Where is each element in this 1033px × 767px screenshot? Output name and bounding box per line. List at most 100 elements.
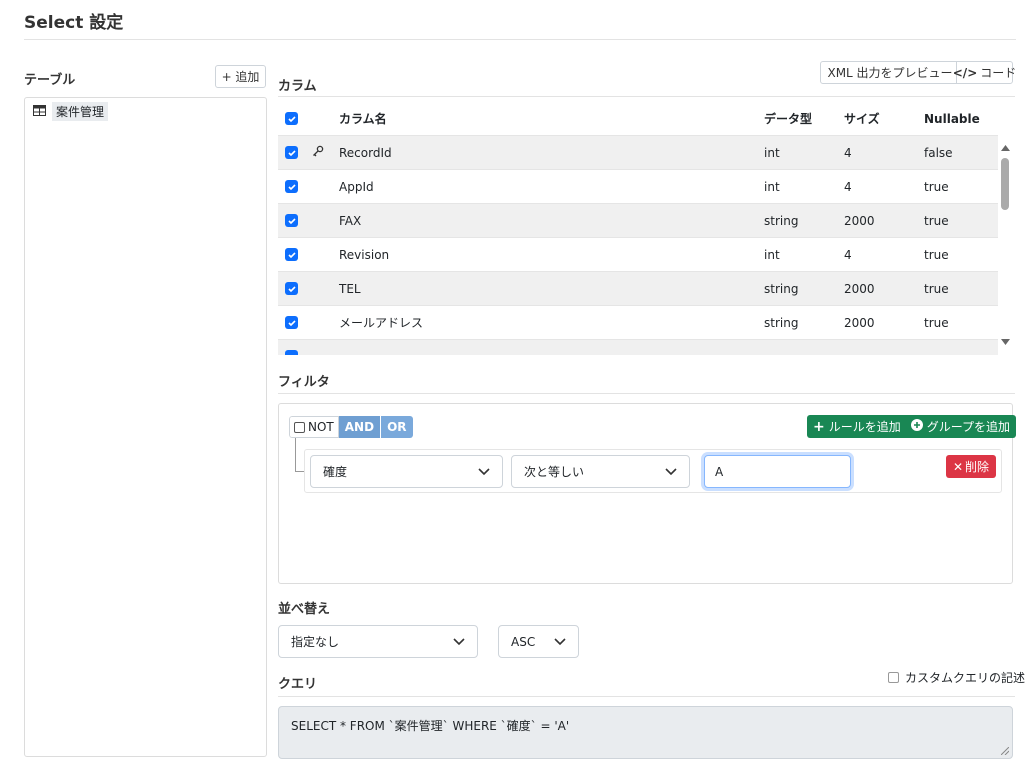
cell-name: RecordId xyxy=(339,145,392,160)
sort-field-select[interactable]: 指定なし xyxy=(278,625,478,658)
query-sql: SELECT * FROM `案件管理` WHERE `確度` = 'A' xyxy=(291,719,570,733)
rule-value-input[interactable]: A xyxy=(704,455,851,488)
divider xyxy=(278,393,1015,394)
cell-type: int xyxy=(764,145,780,160)
xml-preview-label: XML 出力をプレビュー xyxy=(827,66,953,80)
columns-heading: カラム xyxy=(278,79,317,94)
not-toggle[interactable]: NOT xyxy=(289,416,339,438)
sort-heading: 並べ替え xyxy=(278,602,331,617)
code-button[interactable]: </> コード xyxy=(952,61,1017,84)
row-checkbox[interactable] xyxy=(285,248,298,261)
xml-preview-button[interactable]: <> XML 出力をプレビュー xyxy=(820,61,957,84)
add-rule-label: ルールを追加 xyxy=(828,420,901,434)
header-name: カラム名 xyxy=(339,112,387,126)
rule-operator-select[interactable]: 次と等しい xyxy=(511,455,690,488)
tables-heading: テーブル xyxy=(24,73,76,88)
grid-header: カラム名 データ型 サイズ Nullable xyxy=(278,102,998,136)
cell-size: 4 xyxy=(844,145,852,160)
cell-type: string xyxy=(764,281,799,296)
query-heading: クエリ xyxy=(278,677,318,692)
table-row[interactable]: FAX string 2000 true xyxy=(278,204,998,238)
table-row[interactable]: RecordId int 4 false xyxy=(278,136,998,170)
table-row[interactable] xyxy=(278,340,998,355)
table-list: 案件管理 xyxy=(24,97,267,757)
chevron-down-icon xyxy=(665,467,677,475)
table-row[interactable]: メールアドレス string 2000 true xyxy=(278,306,998,340)
custom-query-checkbox[interactable] xyxy=(888,672,899,683)
rule-value-text: A xyxy=(715,464,724,479)
table-item-label: 案件管理 xyxy=(52,102,109,121)
code-icon: </> xyxy=(952,65,978,80)
chevron-down-icon xyxy=(478,467,490,475)
cell-type: int xyxy=(764,247,780,262)
sort-direction-select[interactable]: ASC xyxy=(498,625,579,658)
cell-name: Revision xyxy=(339,247,390,262)
scroll-thumb[interactable] xyxy=(1001,158,1009,210)
cell-nullable: true xyxy=(924,247,949,262)
cell-name: TEL xyxy=(339,281,361,296)
not-checkbox[interactable] xyxy=(294,421,305,433)
row-checkbox[interactable] xyxy=(285,350,298,355)
cell-name: AppId xyxy=(339,179,374,194)
cell-type: string xyxy=(764,213,799,228)
cell-size: 4 xyxy=(844,247,852,262)
page-title: Select 設定 xyxy=(24,13,124,33)
scroll-down-icon[interactable] xyxy=(1001,339,1010,345)
header-size: サイズ xyxy=(844,112,880,126)
add-group-button[interactable]: グループを追加 xyxy=(906,415,1017,438)
rule-field-value: 確度 xyxy=(323,465,348,479)
chevron-down-icon xyxy=(554,637,566,645)
plus-icon: + xyxy=(813,418,825,435)
table-row[interactable]: AppId int 4 true xyxy=(278,170,998,204)
scroll-up-icon[interactable] xyxy=(1001,145,1010,151)
header-type: データ型 xyxy=(764,112,813,126)
cell-nullable: true xyxy=(924,179,949,194)
row-checkbox[interactable] xyxy=(285,214,298,227)
table-row[interactable]: TEL string 2000 true xyxy=(278,272,998,306)
row-checkbox[interactable] xyxy=(285,180,298,193)
select-all-checkbox[interactable] xyxy=(285,112,298,125)
chevron-down-icon xyxy=(453,637,465,645)
table-item[interactable]: 案件管理 xyxy=(33,102,109,121)
table-icon xyxy=(33,104,46,119)
filter-heading: フィルタ xyxy=(278,375,330,390)
custom-query-toggle[interactable]: カスタムクエリの記述 xyxy=(888,669,1025,686)
cell-nullable: true xyxy=(924,213,949,228)
resize-handle-icon[interactable] xyxy=(1001,747,1009,755)
cell-name: メールアドレス xyxy=(339,316,424,330)
cell-type: int xyxy=(764,179,780,194)
row-checkbox[interactable] xyxy=(285,282,298,295)
cell-size: 4 xyxy=(844,179,852,194)
cell-name: FAX xyxy=(339,213,362,228)
row-checkbox[interactable] xyxy=(285,316,298,329)
columns-grid: カラム名 データ型 サイズ Nullable RecordId int 4 fa… xyxy=(278,102,1015,355)
add-group-label: グループを追加 xyxy=(926,420,1011,434)
divider xyxy=(24,39,1016,40)
divider xyxy=(278,96,1015,97)
condition-toggle-group: NOT AND OR xyxy=(289,416,413,438)
cell-size: 2000 xyxy=(844,213,875,228)
table-row[interactable]: Revision int 4 true xyxy=(278,238,998,272)
filter-actions: + ルールを追加 グループを追加 xyxy=(807,415,1017,438)
add-table-button[interactable]: + 追加 xyxy=(215,65,266,88)
row-checkbox[interactable] xyxy=(285,146,298,159)
cell-nullable: true xyxy=(924,315,949,330)
sort-field-value: 指定なし xyxy=(291,635,340,649)
divider xyxy=(278,696,1015,697)
plus-circle-icon xyxy=(910,419,923,434)
key-icon xyxy=(312,145,324,160)
delete-rule-button[interactable]: ✕ 削除 xyxy=(946,455,996,478)
header-nullable: Nullable xyxy=(924,111,980,126)
cell-size: 2000 xyxy=(844,281,875,296)
delete-label: 削除 xyxy=(965,460,990,474)
not-label: NOT xyxy=(308,420,334,434)
rule-field-select[interactable]: 確度 xyxy=(310,455,503,488)
query-textarea[interactable]: SELECT * FROM `案件管理` WHERE `確度` = 'A' xyxy=(278,706,1013,759)
rule-operator-value: 次と等しい xyxy=(524,465,585,479)
or-button[interactable]: OR xyxy=(380,416,413,438)
and-button[interactable]: AND xyxy=(338,416,381,438)
cell-nullable: true xyxy=(924,281,949,296)
code-label: コード xyxy=(980,66,1017,80)
add-rule-button[interactable]: + ルールを追加 xyxy=(807,415,907,438)
cell-size: 2000 xyxy=(844,315,875,330)
